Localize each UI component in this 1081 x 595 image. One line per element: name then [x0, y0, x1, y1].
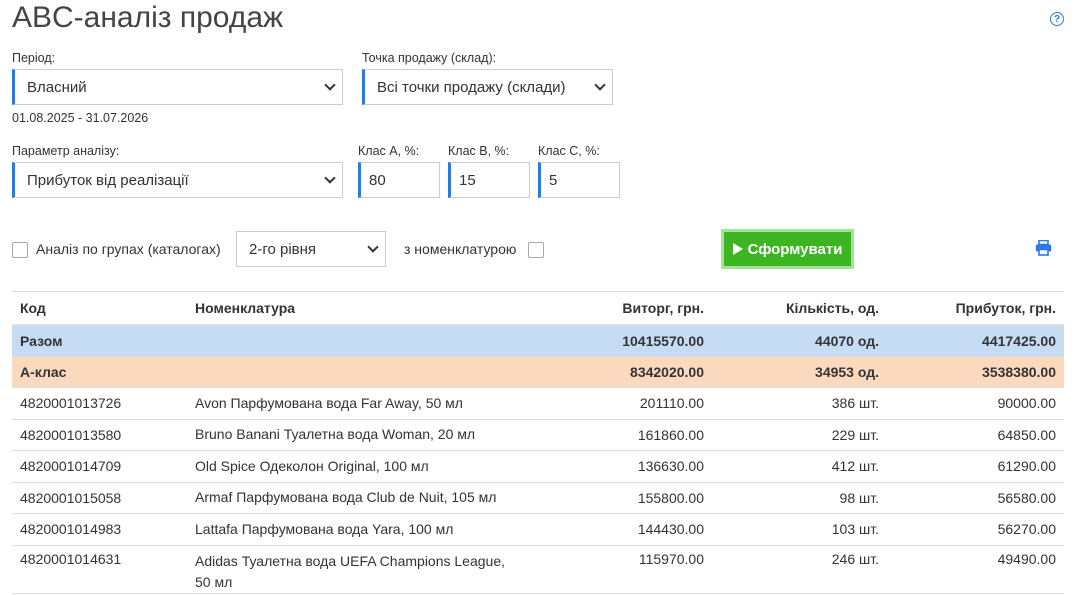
page-title: ABC-аналіз продаж: [12, 1, 284, 34]
class-a-qty: 34953 од.: [712, 356, 887, 388]
row-revenue: 115970.00: [532, 545, 712, 594]
row-qty: 386 шт.: [712, 387, 887, 420]
class-a-input[interactable]: 80: [358, 162, 440, 198]
class-a-row-name: [187, 356, 532, 388]
table-row[interactable]: 4820001013726 Avon Парфумована вода Far …: [12, 387, 1064, 420]
col-revenue-header[interactable]: Виторг, грн.: [532, 291, 712, 326]
row-name: Old Spice Одеколон Original, 100 мл: [187, 450, 532, 483]
col-profit-header[interactable]: Прибуток, грн.: [887, 291, 1064, 326]
run-button[interactable]: Сформувати: [721, 229, 854, 269]
row-profit: 56270.00: [887, 513, 1064, 546]
row-revenue: 161860.00: [532, 419, 712, 451]
class-c-input[interactable]: 5: [538, 162, 620, 198]
row-profit: 56580.00: [887, 482, 1064, 514]
row-profit: 64850.00: [887, 419, 1064, 451]
run-button-label: Сформувати: [747, 240, 843, 258]
period-select[interactable]: Власний: [12, 69, 343, 105]
row-name: Avon Парфумована вода Far Away, 50 мл: [187, 387, 532, 420]
class-a-profit: 3538380.00: [887, 356, 1064, 388]
row-code: 4820001013580: [12, 419, 187, 451]
total-qty: 44070 од.: [712, 324, 887, 357]
group-analysis-checkbox[interactable]: [12, 242, 28, 258]
class-c-label: Клас С, %:: [538, 144, 600, 158]
row-name: Bruno Banani Туалетна вода Woman, 20 мл: [187, 419, 532, 451]
class-a-row: А-клас 8342020.00 34953 од. 3538380.00: [12, 356, 1064, 388]
row-revenue: 136630.00: [532, 450, 712, 483]
chevron-down-icon: [594, 79, 606, 91]
table-row[interactable]: 4820001015058 Armaf Парфумована вода Clu…: [12, 482, 1064, 514]
print-icon[interactable]: [1035, 240, 1052, 256]
row-code: 4820001014709: [12, 450, 187, 483]
row-qty: 412 шт.: [712, 450, 887, 483]
total-label: Разом: [12, 324, 187, 357]
table-row[interactable]: 4820001013580 Bruno Banani Туалетна вода…: [12, 419, 1064, 451]
nomenclature-label: з номенклатурою: [404, 241, 517, 257]
row-qty: 103 шт.: [712, 513, 887, 546]
row-code: 4820001014983: [12, 513, 187, 546]
class-a-revenue: 8342020.00: [532, 356, 712, 388]
row-name: Lattafa Парфумована вода Yara, 100 мл: [187, 513, 532, 546]
period-select-value: Власний: [27, 78, 87, 96]
row-code: 4820001015058: [12, 482, 187, 514]
point-select[interactable]: Всі точки продажу (склади): [362, 69, 613, 105]
class-a-row-label: А-клас: [12, 356, 187, 388]
row-revenue: 201110.00: [532, 387, 712, 420]
help-icon[interactable]: ?: [1050, 12, 1064, 26]
level-select[interactable]: 2-го рівня: [236, 231, 386, 267]
row-qty: 246 шт.: [712, 545, 887, 594]
param-select-value: Прибуток від реалізації: [27, 171, 189, 189]
abc-table: Код Номенклатура Виторг, грн. Кількість,…: [12, 291, 1064, 594]
total-name: [187, 324, 532, 357]
date-range: 01.08.2025 - 31.07.2026: [12, 111, 149, 125]
chevron-down-icon: [324, 79, 336, 91]
param-label: Параметр аналізу:: [12, 144, 120, 158]
row-revenue: 155800.00: [532, 482, 712, 514]
class-b-label: Клас В, %:: [448, 144, 510, 158]
row-name: Armaf Парфумована вода Club de Nuit, 105…: [187, 482, 532, 514]
row-name: Adidas Туалетна вода UEFA Champions Leag…: [187, 545, 532, 594]
class-a-label: Клас А, %:: [358, 144, 420, 158]
table-row[interactable]: 4820001014631 Adidas Туалетна вода UEFA …: [12, 545, 1064, 594]
row-qty: 229 шт.: [712, 419, 887, 451]
point-label: Точка продажу (склад):: [362, 51, 497, 65]
point-select-value: Всі точки продажу (склади): [377, 78, 566, 96]
table-row[interactable]: 4820001014983 Lattafa Парфумована вода Y…: [12, 513, 1064, 546]
chevron-down-icon: [324, 172, 336, 184]
col-name-header[interactable]: Номенклатура: [187, 291, 532, 326]
total-profit: 4417425.00: [887, 324, 1064, 357]
col-qty-header[interactable]: Кількість, од.: [712, 291, 887, 326]
nomenclature-checkbox[interactable]: [528, 242, 544, 258]
row-profit: 90000.00: [887, 387, 1064, 420]
row-profit: 49490.00: [887, 545, 1064, 594]
total-row: Разом 10415570.00 44070 од. 4417425.00: [12, 324, 1064, 357]
chevron-down-icon: [367, 241, 379, 253]
param-select[interactable]: Прибуток від реалізації: [12, 162, 343, 198]
level-select-value: 2-го рівня: [249, 240, 317, 258]
row-qty: 98 шт.: [712, 482, 887, 514]
row-code: 4820001013726: [12, 387, 187, 420]
row-profit: 61290.00: [887, 450, 1064, 483]
table-row[interactable]: 4820001014709 Old Spice Одеколон Origina…: [12, 450, 1064, 483]
group-analysis-label: Аналіз по групах (каталогах): [36, 241, 221, 257]
play-icon: [732, 243, 743, 255]
col-code-header[interactable]: Код: [12, 291, 187, 326]
total-revenue: 10415570.00: [532, 324, 712, 357]
table-header-row: Код Номенклатура Виторг, грн. Кількість,…: [12, 291, 1064, 326]
period-label: Період:: [12, 51, 56, 65]
class-b-input[interactable]: 15: [448, 162, 530, 198]
row-revenue: 144430.00: [532, 513, 712, 546]
row-code: 4820001014631: [12, 545, 187, 594]
